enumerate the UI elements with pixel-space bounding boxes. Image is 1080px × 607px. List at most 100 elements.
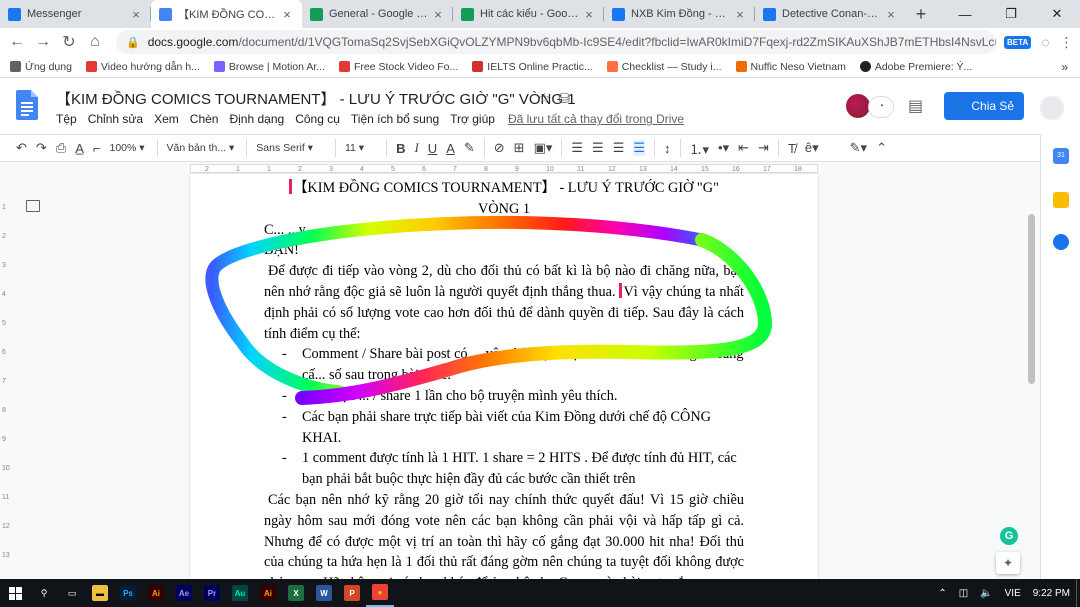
browser-tab[interactable]: General - Google Drive × <box>302 0 453 28</box>
document-page[interactable]: 【KIM ĐỒNG COMICS TOURNAMENT】 - LƯU Ý TRƯ… <box>190 174 818 579</box>
restore-icon[interactable]: ❐ <box>988 0 1034 28</box>
show-desktop-button[interactable] <box>1076 579 1080 607</box>
font-select[interactable]: Sans Serif ▾ <box>256 142 313 154</box>
browser-tab[interactable]: NXB Kim Đồng - Ảnh × <box>604 0 755 28</box>
align-center-icon[interactable]: ☰ <box>592 140 604 156</box>
decrease-indent-icon[interactable]: ⇤ <box>738 140 749 156</box>
document-outline-icon[interactable] <box>26 200 40 212</box>
taskbar-app-icon[interactable]: Pr <box>198 579 226 607</box>
insert-link-icon[interactable]: ⊘ <box>494 140 505 156</box>
comment-history-icon[interactable]: ▤ <box>908 96 923 116</box>
tab-close-icon[interactable]: × <box>129 7 143 22</box>
insert-comment-icon[interactable]: ⊞ <box>514 140 525 156</box>
style-select[interactable]: Văn bản th... ▾ <box>167 142 235 154</box>
menu-tools[interactable]: Công cụ <box>295 112 340 126</box>
taskbar-app-icon[interactable]: P <box>338 579 366 607</box>
ruler-bar[interactable]: 2 1 1 2 3 4 5 6 7 8 9 10 11 12 13 14 15 16 17 18 <box>190 164 818 173</box>
tab-close-icon[interactable]: × <box>582 7 596 22</box>
browser-tab[interactable]: Hit các kiểu - Google T... × <box>453 0 604 28</box>
tray-up-icon[interactable]: ⌃ <box>938 588 946 599</box>
menu-format[interactable]: Định dạng <box>229 112 284 126</box>
tab-close-icon[interactable]: × <box>280 7 294 22</box>
extension-badge[interactable]: BETA <box>1004 35 1032 49</box>
bookmarks-overflow-icon[interactable]: » <box>1061 60 1068 74</box>
star-icon[interactable]: ☆ <box>538 90 551 106</box>
address-bar[interactable]: 🔒 docs.google.com/document/d/1VQGTomaSq2… <box>116 30 996 54</box>
forward-icon[interactable]: → <box>30 33 56 51</box>
input-tools-icon[interactable]: ê▾ <box>805 140 819 156</box>
clear-formatting-icon[interactable]: T̸ <box>788 141 796 156</box>
minimize-icon[interactable]: — <box>942 0 988 28</box>
document-title[interactable]: 【KIM ĐỒNG COMICS TOURNAMENT】 - LƯU Ý TRƯ… <box>56 88 576 109</box>
undo-icon[interactable]: ↶ <box>16 140 27 156</box>
back-icon[interactable]: ← <box>4 33 30 51</box>
menu-help[interactable]: Trợ giúp <box>450 112 495 126</box>
bookmark-item[interactable]: Adobe Premiere: Ý... <box>859 61 972 73</box>
spellcheck-icon[interactable]: A̲ <box>75 141 84 156</box>
insert-image-icon[interactable]: ▣▾ <box>534 140 553 156</box>
reload-icon[interactable]: ↻ <box>56 32 82 52</box>
text-color-icon[interactable]: A <box>446 141 455 156</box>
align-right-icon[interactable]: ☰ <box>613 140 625 156</box>
underline-icon[interactable]: U <box>428 141 437 156</box>
bold-icon[interactable]: B <box>396 141 405 156</box>
home-icon[interactable]: ⌂ <box>82 33 108 51</box>
increase-indent-icon[interactable]: ⇥ <box>758 140 769 156</box>
browser-tab[interactable]: Messenger × <box>0 0 151 28</box>
tasks-icon[interactable] <box>1053 234 1069 250</box>
menu-addons[interactable]: Tiện ích bổ sung <box>351 112 439 126</box>
keep-icon[interactable] <box>1053 192 1069 208</box>
editing-mode-icon[interactable]: ✎▾ <box>850 140 867 156</box>
taskbar-app-icon[interactable]: ● <box>366 579 394 607</box>
tab-close-icon[interactable]: × <box>884 7 898 22</box>
highlight-color-icon[interactable]: ✎ <box>464 140 475 156</box>
start-button[interactable] <box>0 579 30 607</box>
bookmark-apps[interactable]: Ứng dụng <box>10 61 72 73</box>
taskbar-app-icon[interactable]: Au <box>226 579 254 607</box>
volume-icon[interactable]: 🔈 <box>980 588 992 599</box>
search-icon[interactable]: ⚲ <box>30 579 58 607</box>
bookmark-item[interactable]: Nuffic Neso Vietnam <box>735 61 846 73</box>
paint-format-icon[interactable]: ⌐ <box>93 141 101 156</box>
language-indicator[interactable]: VIE <box>1005 588 1021 599</box>
taskbar-app-icon[interactable]: Ps <box>114 579 142 607</box>
menu-insert[interactable]: Chèn <box>190 112 219 126</box>
taskbar-app-icon[interactable]: Ae <box>170 579 198 607</box>
browser-tab-active[interactable]: 【KIM ĐỒNG COMICS T... × <box>151 0 302 28</box>
tab-close-icon[interactable]: × <box>431 7 445 22</box>
taskbar-app-icon[interactable]: Ai <box>142 579 170 607</box>
grammarly-icon[interactable]: G <box>1000 527 1018 545</box>
zoom-select[interactable]: 100% ▾ <box>109 142 144 154</box>
scrollbar-thumb[interactable] <box>1028 214 1035 384</box>
collapse-toolbar-icon[interactable]: ⌃ <box>876 140 887 156</box>
taskbar-app-icon[interactable]: Ai <box>254 579 282 607</box>
menu-icon[interactable]: ⋮ <box>1060 34 1074 51</box>
print-icon[interactable]: ⎙ <box>56 140 66 156</box>
redo-icon[interactable]: ↷ <box>36 140 47 156</box>
numbered-list-icon[interactable]: ⒈▾ <box>690 139 710 158</box>
share-button[interactable]: 👤 Chia Sẻ <box>944 92 1024 120</box>
bookmark-item[interactable]: Checklist — Study i... <box>606 61 722 73</box>
calendar-icon[interactable]: 31 <box>1053 148 1069 164</box>
browser-tab[interactable]: Detective Conan-We A... × <box>755 0 906 28</box>
bookmark-item[interactable]: Browse | Motion Ar... <box>213 61 325 73</box>
bulleted-list-icon[interactable]: •▾ <box>718 140 729 156</box>
bookmark-item[interactable]: Video hướng dẫn h... <box>85 61 200 73</box>
document-body[interactable]: 【KIM ĐỒNG COMICS TOURNAMENT】 - LƯU Ý TRƯ… <box>264 178 744 579</box>
clock[interactable]: 9:22 PM <box>1033 588 1070 599</box>
file-explorer-icon[interactable]: ▬ <box>86 579 114 607</box>
explore-icon[interactable]: ✦ <box>996 552 1020 574</box>
menu-file[interactable]: Tệp <box>56 112 77 126</box>
italic-icon[interactable]: I <box>414 140 418 156</box>
close-window-icon[interactable]: ✕ <box>1034 0 1080 28</box>
task-view-icon[interactable]: ▭ <box>58 579 86 607</box>
align-left-icon[interactable]: ☰ <box>571 140 583 156</box>
extension-icon[interactable]: ◌ <box>1041 34 1049 50</box>
menu-view[interactable]: Xem <box>154 112 179 126</box>
align-justify-icon[interactable]: ☰ <box>633 140 646 156</box>
line-spacing-icon[interactable]: ↕ <box>664 141 671 156</box>
save-status[interactable]: Đã lưu tất cả thay đổi trong Drive <box>508 112 684 126</box>
bookmark-item[interactable]: IELTS Online Practic... <box>472 61 593 73</box>
taskbar-app-icon[interactable]: W <box>310 579 338 607</box>
network-icon[interactable]: ◫ <box>959 588 968 599</box>
